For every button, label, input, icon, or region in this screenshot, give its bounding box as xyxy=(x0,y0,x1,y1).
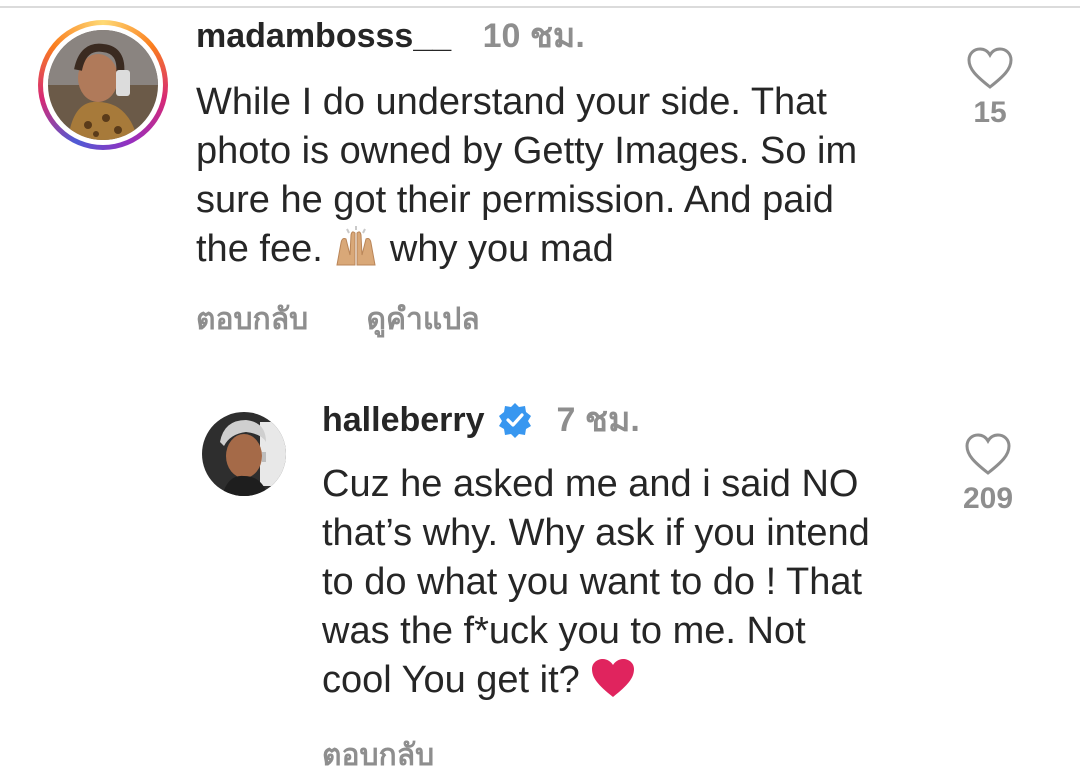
top-divider xyxy=(0,0,1080,8)
comment-timestamp: 10 ชม. xyxy=(482,17,585,55)
reply-button[interactable]: ตอบกลับ xyxy=(196,303,308,336)
red-heart-emoji xyxy=(592,658,635,697)
see-translation-button[interactable]: ดูคำแปล xyxy=(366,303,479,336)
comment-text: While I do understand your side. That ph… xyxy=(196,81,858,270)
comment-timestamp: 7 ชม. xyxy=(556,401,640,439)
comment-actions: ตอบกลับ ดูคำแปล xyxy=(196,296,530,343)
verified-badge-icon xyxy=(498,403,531,438)
like-group: 15 xyxy=(960,46,1020,130)
heart-outline-icon[interactable] xyxy=(966,46,1014,90)
heart-outline-icon[interactable] xyxy=(964,432,1012,476)
like-group: 209 xyxy=(952,432,1024,516)
comment-actions: ตอบกลับ xyxy=(322,732,484,779)
comment-username[interactable]: madambosss__ xyxy=(196,17,451,55)
like-count: 209 xyxy=(962,482,1014,515)
avatar-madambosss xyxy=(48,30,158,140)
reply-button[interactable]: ตอบกลับ xyxy=(322,739,434,772)
comment-username[interactable]: halleberry xyxy=(322,396,485,444)
like-count: 15 xyxy=(973,96,1007,129)
raising-hands-emoji xyxy=(336,225,376,266)
avatar-story-ring[interactable] xyxy=(38,20,168,150)
comment-text: Cuz he asked me and i said NO that’s why… xyxy=(322,463,870,701)
avatar-halleberry[interactable] xyxy=(202,412,286,496)
